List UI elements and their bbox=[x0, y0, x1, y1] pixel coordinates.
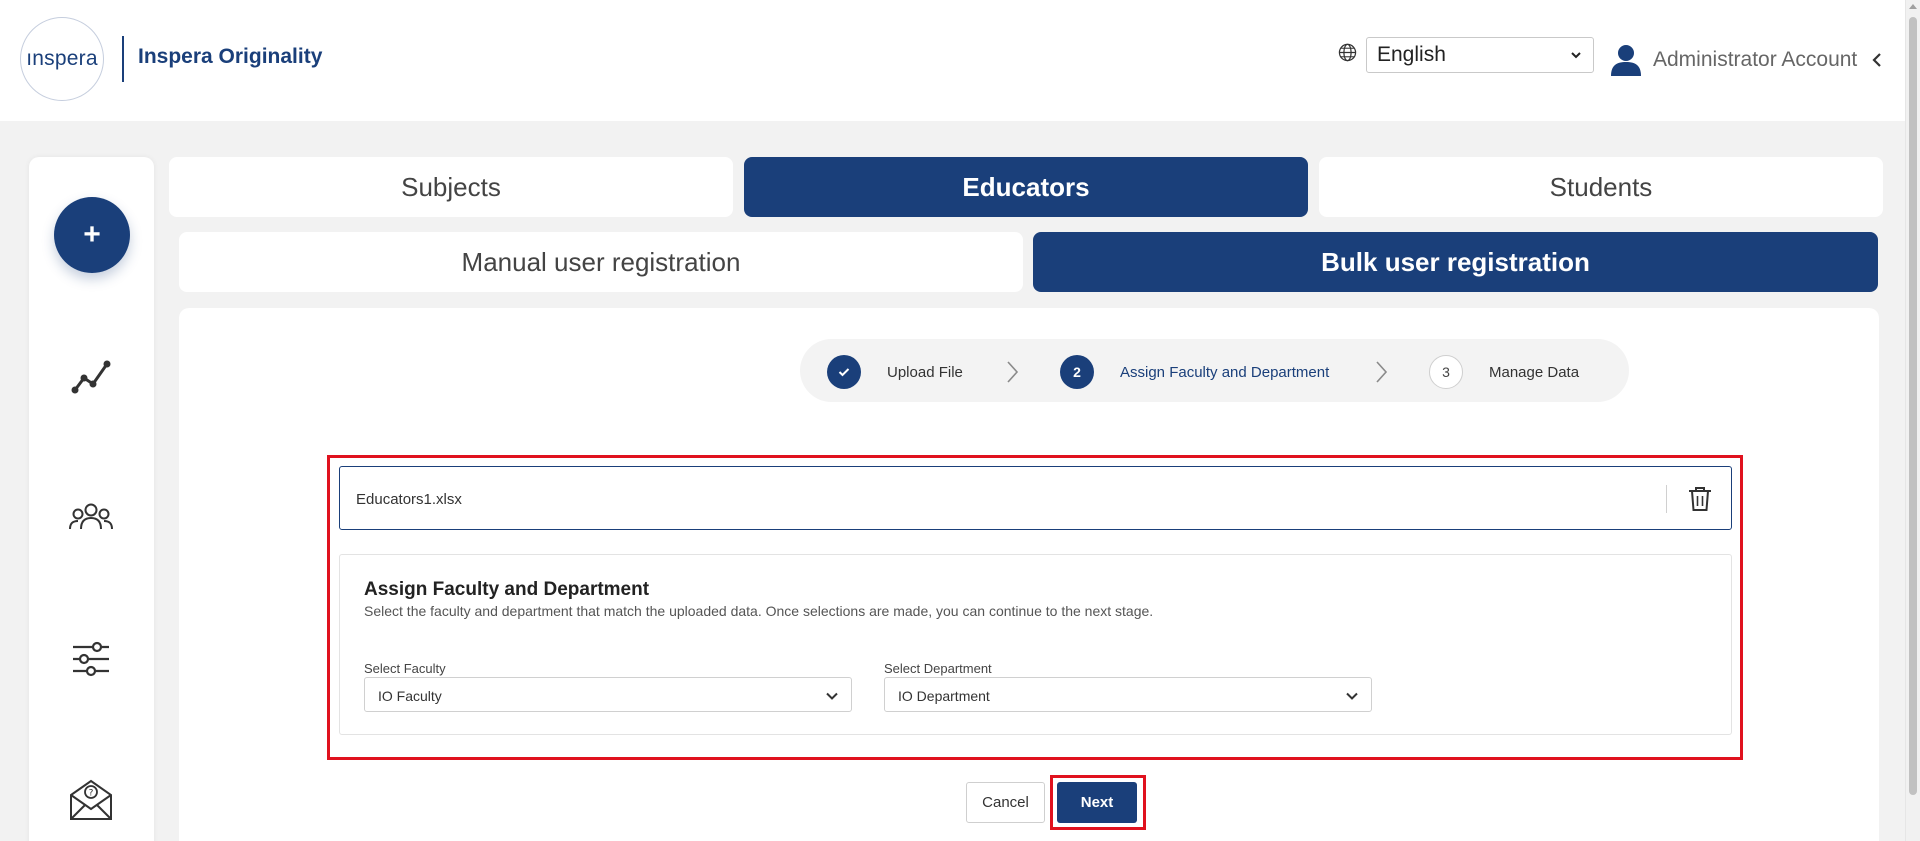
file-row-divider bbox=[1666, 485, 1667, 513]
side-navigation: + ? bbox=[29, 157, 154, 841]
step-1-check-icon bbox=[827, 355, 861, 389]
step-2-circle: 2 bbox=[1060, 355, 1094, 389]
uploaded-file-name: Educators1.xlsx bbox=[356, 491, 462, 508]
account-name[interactable]: Administrator Account bbox=[1653, 48, 1857, 72]
faculty-select[interactable]: IO Faculty bbox=[364, 677, 852, 712]
uploaded-file-row: Educators1.xlsx bbox=[339, 466, 1732, 530]
scroll-up-arrow-icon[interactable] bbox=[1909, 4, 1917, 9]
help-mail-icon[interactable]: ? bbox=[67, 775, 115, 823]
scrollbar-thumb[interactable] bbox=[1909, 17, 1917, 795]
chevron-right-icon bbox=[1376, 361, 1388, 383]
tab-subjects-label: Subjects bbox=[401, 171, 501, 202]
product-name: Inspera Originality bbox=[138, 45, 323, 68]
bulk-registration-panel: Upload File 2 Assign Faculty and Departm… bbox=[179, 308, 1879, 841]
step-3-circle: 3 bbox=[1429, 355, 1463, 389]
department-value: IO Department bbox=[898, 688, 990, 704]
add-label: + bbox=[83, 218, 101, 251]
step-3-label: Manage Data bbox=[1489, 364, 1580, 381]
analytics-icon[interactable] bbox=[67, 352, 115, 400]
app-header: ınspera Inspera Originality English Admi… bbox=[0, 0, 1905, 121]
step-2-label: Assign Faculty and Department bbox=[1120, 364, 1330, 381]
chevron-left-icon[interactable] bbox=[1871, 52, 1883, 68]
tab-educators-label: Educators bbox=[962, 171, 1090, 202]
inspera-logo[interactable]: ınspera bbox=[20, 17, 104, 101]
cancel-label: Cancel bbox=[982, 794, 1029, 811]
sliders-icon[interactable] bbox=[67, 635, 115, 683]
step-1-label: Upload File bbox=[887, 364, 963, 381]
checkmark-icon bbox=[838, 368, 850, 377]
trash-icon[interactable] bbox=[1687, 485, 1713, 513]
chevron-down-icon bbox=[826, 692, 838, 700]
language-value: English bbox=[1377, 43, 1446, 66]
tab-manual-registration[interactable]: Manual user registration bbox=[179, 232, 1023, 292]
chevron-right-icon bbox=[1007, 361, 1019, 383]
tab-students-label: Students bbox=[1549, 171, 1653, 202]
globe-icon bbox=[1338, 43, 1357, 62]
tab-educators[interactable]: Educators bbox=[744, 157, 1308, 217]
next-label: Next bbox=[1080, 794, 1114, 811]
vertical-scrollbar[interactable] bbox=[1905, 0, 1920, 841]
next-button[interactable]: Next bbox=[1057, 782, 1137, 823]
chevron-down-icon bbox=[1571, 52, 1581, 59]
department-label: Select Department bbox=[884, 661, 992, 676]
faculty-value: IO Faculty bbox=[378, 688, 442, 704]
assign-title: Assign Faculty and Department bbox=[364, 579, 650, 600]
cancel-button[interactable]: Cancel bbox=[966, 782, 1045, 823]
chevron-down-icon bbox=[1346, 692, 1358, 700]
tab-bulk-registration-label: Bulk user registration bbox=[1321, 246, 1590, 277]
svg-text:?: ? bbox=[89, 789, 94, 799]
tab-subjects[interactable]: Subjects bbox=[169, 157, 733, 217]
assign-description: Select the faculty and department that m… bbox=[364, 603, 1154, 619]
tab-manual-registration-label: Manual user registration bbox=[461, 246, 741, 277]
logo-divider bbox=[122, 36, 124, 82]
faculty-label: Select Faculty bbox=[364, 661, 446, 676]
assign-faculty-card: Assign Faculty and Department Select the… bbox=[339, 554, 1732, 735]
add-button[interactable]: + bbox=[54, 197, 130, 273]
user-avatar-icon[interactable] bbox=[1609, 43, 1643, 77]
tab-bulk-registration[interactable]: Bulk user registration bbox=[1033, 232, 1878, 292]
tab-students[interactable]: Students bbox=[1319, 157, 1883, 217]
step-3-number: 3 bbox=[1442, 364, 1450, 380]
users-group-icon[interactable] bbox=[67, 495, 115, 543]
logo-word: ınspera bbox=[26, 47, 98, 70]
department-select[interactable]: IO Department bbox=[884, 677, 1372, 712]
progress-stepper: Upload File 2 Assign Faculty and Departm… bbox=[800, 339, 1629, 402]
language-select[interactable]: English bbox=[1366, 37, 1594, 73]
step-2-number: 2 bbox=[1073, 364, 1081, 380]
